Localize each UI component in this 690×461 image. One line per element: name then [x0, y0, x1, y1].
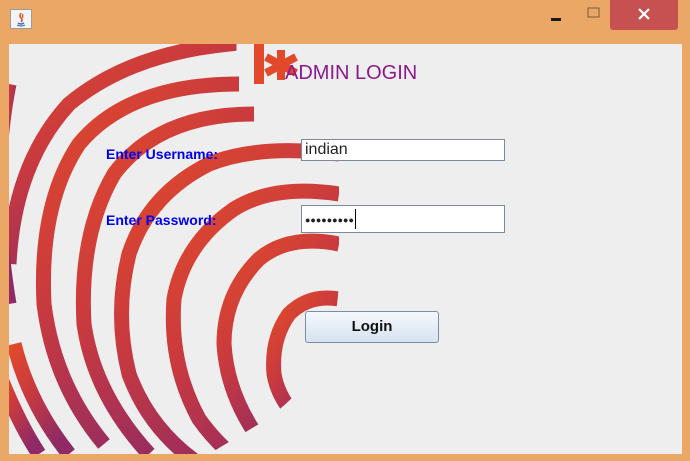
minimize-icon [551, 18, 561, 21]
content-panel: ADMIN LOGIN Enter Username: indian Enter… [9, 44, 682, 454]
password-label: Enter Password: [106, 212, 217, 228]
title-bar[interactable] [0, 0, 690, 44]
maximize-button[interactable] [576, 0, 610, 32]
password-field[interactable]: ●●●●●●●●● [301, 205, 505, 233]
background-logo [9, 44, 339, 454]
username-field[interactable]: indian [301, 139, 505, 161]
minimize-button[interactable] [536, 0, 576, 32]
password-mask: ●●●●●●●●● [305, 215, 354, 225]
login-window: ADMIN LOGIN Enter Username: indian Enter… [0, 0, 690, 461]
login-button[interactable]: Login [305, 311, 439, 343]
close-button[interactable] [610, 0, 678, 30]
text-caret [354, 208, 356, 229]
maximize-icon [587, 7, 600, 18]
close-icon [638, 8, 650, 20]
username-value: indian [305, 141, 348, 158]
java-app-icon[interactable] [10, 9, 32, 29]
username-label: Enter Username: [106, 146, 219, 162]
page-title: ADMIN LOGIN [285, 62, 418, 84]
